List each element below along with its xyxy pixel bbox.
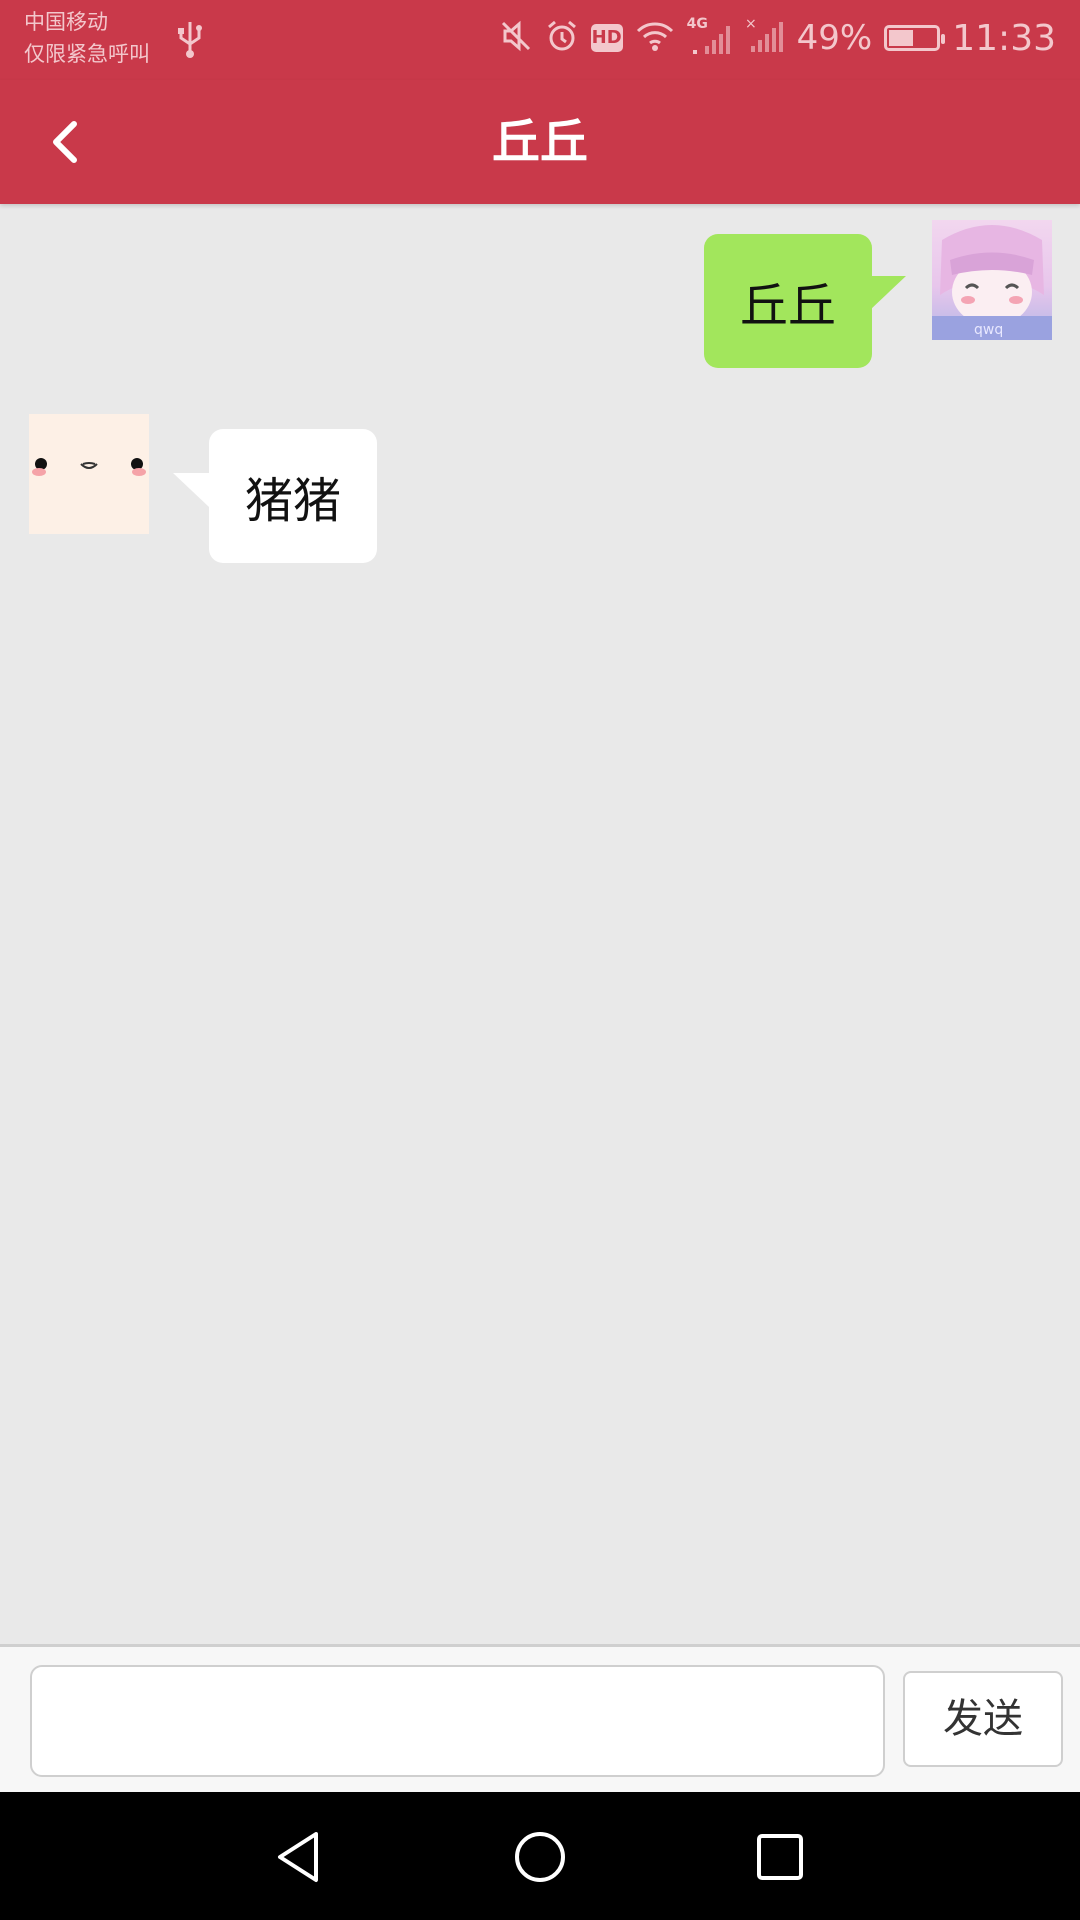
hd-icon: HD xyxy=(590,24,623,52)
battery-percent: 49% xyxy=(796,18,873,58)
cute-face-avatar[interactable] xyxy=(29,414,149,534)
wifi-icon xyxy=(635,19,675,57)
mute-icon xyxy=(499,19,533,57)
message-input[interactable] xyxy=(30,1665,885,1777)
message-text: 丘丘 xyxy=(739,278,836,334)
home-circle-icon[interactable] xyxy=(505,1822,575,1892)
anime-girl-avatar[interactable]: qwq xyxy=(932,220,1052,340)
signal-icon: 4G xyxy=(687,16,733,58)
send-button[interactable]: 发送 xyxy=(903,1671,1063,1767)
usb-icon xyxy=(176,18,204,66)
message-bubble-outgoing[interactable]: 丘丘 xyxy=(704,234,906,368)
back-triangle-icon[interactable] xyxy=(264,1822,334,1892)
carrier-name: 中国移动 xyxy=(24,10,108,34)
clock: 11:33 xyxy=(952,17,1056,59)
chat-area[interactable]: qwq 丘丘 猪猪 xyxy=(0,204,1080,1644)
message-text: 猪猪 xyxy=(244,473,341,529)
carrier-status: 仅限紧急呼叫 xyxy=(24,42,150,66)
message-bubble-incoming[interactable]: 猪猪 xyxy=(173,429,377,563)
svg-text:qwq: qwq xyxy=(974,322,1003,338)
signal-none-icon: × xyxy=(745,16,785,60)
page-title: 丘丘 xyxy=(491,114,588,170)
status-bar: 中国移动 仅限紧急呼叫 HD 4G × 49% 11:33 xyxy=(0,0,1080,80)
composer-bar: 发送 xyxy=(0,1644,1080,1792)
app-header: 丘丘 xyxy=(0,80,1080,204)
recents-square-icon[interactable] xyxy=(745,1822,815,1892)
svg-text:×: × xyxy=(745,16,757,32)
system-nav-bar xyxy=(0,1792,1080,1920)
battery-charging-icon xyxy=(884,25,946,51)
alarm-icon xyxy=(545,19,579,57)
carrier-info: 中国移动 仅限紧急呼叫 xyxy=(24,6,150,70)
